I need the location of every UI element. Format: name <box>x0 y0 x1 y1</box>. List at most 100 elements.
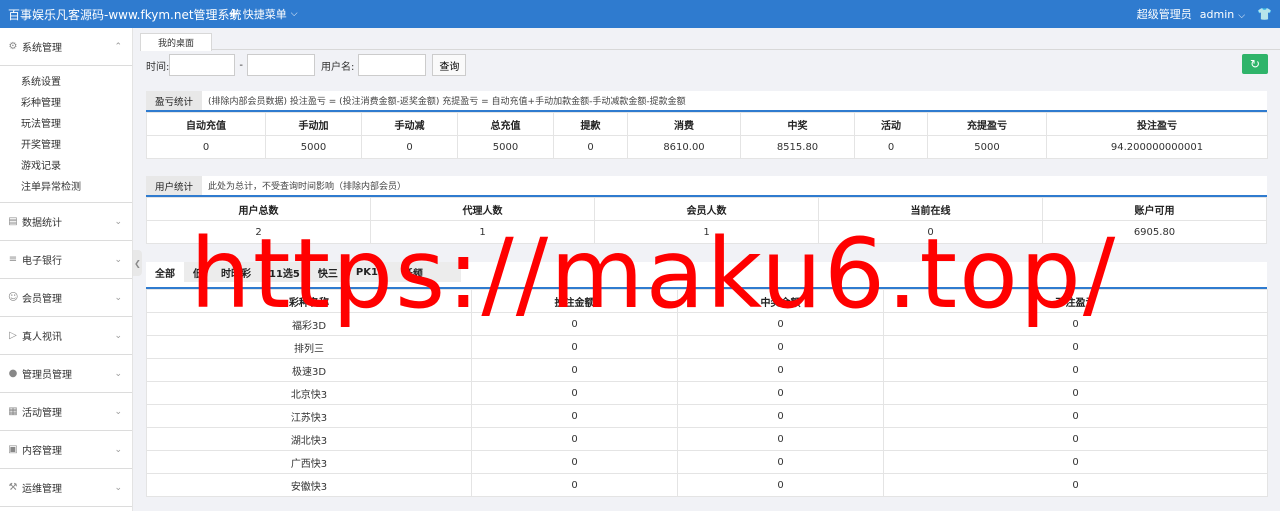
lottery-tabs: 全部 低 时时彩 11选5 快三 PK10 低频 <box>146 262 461 282</box>
table-cell: 0 <box>677 404 884 428</box>
username-input[interactable] <box>358 54 427 76</box>
table-cell: 0 <box>677 473 884 497</box>
table-cell: 0 <box>553 135 628 159</box>
sidebar-group-ops[interactable]: ⚒ 运维管理 ⌄ <box>0 469 132 507</box>
list-icon: ≡ <box>8 254 18 265</box>
table-header: 总充值 <box>457 112 554 136</box>
table-header: 活动 <box>854 112 928 136</box>
users-header-row: 用户总数 代理人数 会员人数 当前在线 账户可用 <box>146 197 1267 221</box>
sidebar-group-bank[interactable]: ≡ 电子银行 ⌄ <box>0 241 132 279</box>
tab-pk10[interactable]: PK10 <box>347 267 394 278</box>
chevron-down-icon: ⌄ <box>114 444 122 455</box>
user-menu-button[interactable]: admin ⌵ <box>1200 8 1245 21</box>
table-header: 自动充值 <box>146 112 266 136</box>
table-cell: 0 <box>883 358 1268 382</box>
tab-k3[interactable]: 快三 <box>309 265 347 280</box>
chart-icon: ▤ <box>8 216 18 227</box>
tab-11x5[interactable]: 11选5 <box>260 265 309 280</box>
video-icon: ▷ <box>9 330 17 341</box>
sidebar-group-activity[interactable]: ▦ 活动管理 ⌄ <box>0 393 132 431</box>
end-time-input[interactable] <box>246 54 315 76</box>
tab-low[interactable]: 低 <box>184 265 212 280</box>
sidebar-group-admins[interactable]: ● 管理员管理 ⌄ <box>0 355 132 393</box>
sidebar-group-label: 系统管理 <box>22 43 62 54</box>
user-icon: ☺ <box>8 292 19 303</box>
table-cell: 2 <box>146 220 371 244</box>
table-header: 手动加 <box>265 112 362 136</box>
search-bar: 时间: - 用户名: 查询 <box>140 53 1280 77</box>
sidebar-item[interactable]: 开奖管理 <box>0 133 132 154</box>
table-cell: 0 <box>361 135 458 159</box>
table-cell: 江苏快3 <box>146 404 472 428</box>
start-time-input[interactable] <box>169 54 236 76</box>
tab-all[interactable]: 全部 <box>146 262 184 282</box>
table-cell: 1 <box>594 220 819 244</box>
sidebar-item[interactable]: 系统设置 <box>0 70 132 91</box>
table-cell: 0 <box>677 450 884 474</box>
table-cell: 0 <box>677 381 884 405</box>
users-note: 此处为总计，不受查询时间影响（排除内部会员） <box>208 182 407 192</box>
table-row: 北京快3 0 0 0 <box>146 381 1268 405</box>
table-cell: 0 <box>677 335 884 359</box>
sidebar-group-label: 电子银行 <box>22 256 62 267</box>
sidebar-group-label: 内容管理 <box>22 446 62 457</box>
plus-icon: + <box>228 6 240 22</box>
username-label: 用户名: <box>320 61 355 73</box>
table-cell: 0 <box>883 473 1268 497</box>
sidebar-group-content[interactable]: ▣ 内容管理 ⌄ <box>0 431 132 469</box>
main-content: 我的桌面 时间: - 用户名: 查询 ↻ 盈亏统计 (排除内部会员数据) 投注盈… <box>140 28 1280 511</box>
table-header: 下注盈亏 <box>883 289 1268 313</box>
chevron-down-icon: ⌄ <box>114 254 122 265</box>
table-row: 江苏快3 0 0 0 <box>146 404 1268 428</box>
table-cell: 福彩3D <box>146 312 472 336</box>
table-cell: 0 <box>883 450 1268 474</box>
quick-menu-label: 快捷菜单 <box>242 8 287 21</box>
chevron-down-icon: ⌄ <box>114 368 122 379</box>
tab-lowfreq[interactable]: 低频 <box>394 265 432 280</box>
query-button[interactable]: 查询 <box>432 54 467 76</box>
table-header: 手动减 <box>361 112 458 136</box>
table-cell: 0 <box>883 381 1268 405</box>
tab-ssc[interactable]: 时时彩 <box>212 265 260 280</box>
profit-header-row: 自动充值 手动加 手动减 总充值 提款 消费 中奖 活动 充提盈亏 投注盈亏 <box>146 112 1268 136</box>
table-cell: 8610.00 <box>627 135 741 159</box>
tab-home[interactable]: 我的桌面 <box>140 33 212 51</box>
table-header: 当前在线 <box>818 197 1043 221</box>
sidebar-group-members[interactable]: ☺ 会员管理 ⌄ <box>0 279 132 317</box>
quick-menu-button[interactable]: + 快捷菜单 ⌵ <box>228 6 298 22</box>
sidebar-item[interactable]: 注单异常检测 <box>0 175 132 196</box>
table-cell: 0 <box>883 427 1268 451</box>
sidebar-group-live[interactable]: ▷ 真人视讯 ⌄ <box>0 317 132 355</box>
table-header: 代理人数 <box>370 197 595 221</box>
lottery-table: 彩种名称 投注金额 中奖金额 下注盈亏 福彩3D 0 0 0 排列三 0 0 0 极速3D 0… <box>146 289 1268 497</box>
sidebar-group-label: 会员管理 <box>22 294 62 305</box>
sidebar-item[interactable]: 玩法管理 <box>0 112 132 133</box>
table-cell: 94.200000000001 <box>1046 135 1268 159</box>
table-cell: 0 <box>146 135 266 159</box>
skin-icon[interactable]: 👕 <box>1257 7 1272 21</box>
chevron-down-icon: ⌄ <box>114 406 122 417</box>
sidebar-item[interactable]: 彩种管理 <box>0 91 132 112</box>
table-row: 0 5000 0 5000 0 8610.00 8515.80 0 5000 9… <box>146 135 1268 159</box>
range-dash: - <box>239 59 243 71</box>
table-cell: 5000 <box>265 135 362 159</box>
table-header: 充提盈亏 <box>927 112 1047 136</box>
sidebar-group-label: 数据统计 <box>22 218 62 229</box>
profit-table: 自动充值 手动加 手动减 总充值 提款 消费 中奖 活动 充提盈亏 投注盈亏 0… <box>146 112 1268 159</box>
sidebar-group-label: 管理员管理 <box>22 370 72 381</box>
table-row: 安徽快3 0 0 0 <box>146 473 1268 497</box>
sidebar-item[interactable]: 游戏记录 <box>0 154 132 175</box>
table-cell: 0 <box>471 358 678 382</box>
table-header: 消费 <box>627 112 741 136</box>
table-cell: 0 <box>677 358 884 382</box>
table-cell: 0 <box>883 312 1268 336</box>
table-cell: 0 <box>471 473 678 497</box>
tab-bar: 我的桌面 <box>140 28 1280 51</box>
refresh-button[interactable]: ↻ <box>1242 54 1268 74</box>
table-header: 中奖 <box>740 112 855 136</box>
sidebar-group-system[interactable]: ⚙ 系统管理 ⌃ <box>0 28 132 66</box>
admin-icon: ● <box>8 368 18 379</box>
app-title: 百事娱乐凡客源码-www.fkym.net管理系统 <box>8 7 242 22</box>
sidebar-group-stats[interactable]: ▤ 数据统计 ⌄ <box>0 203 132 241</box>
table-row: 2 1 1 0 6905.80 <box>146 220 1267 244</box>
